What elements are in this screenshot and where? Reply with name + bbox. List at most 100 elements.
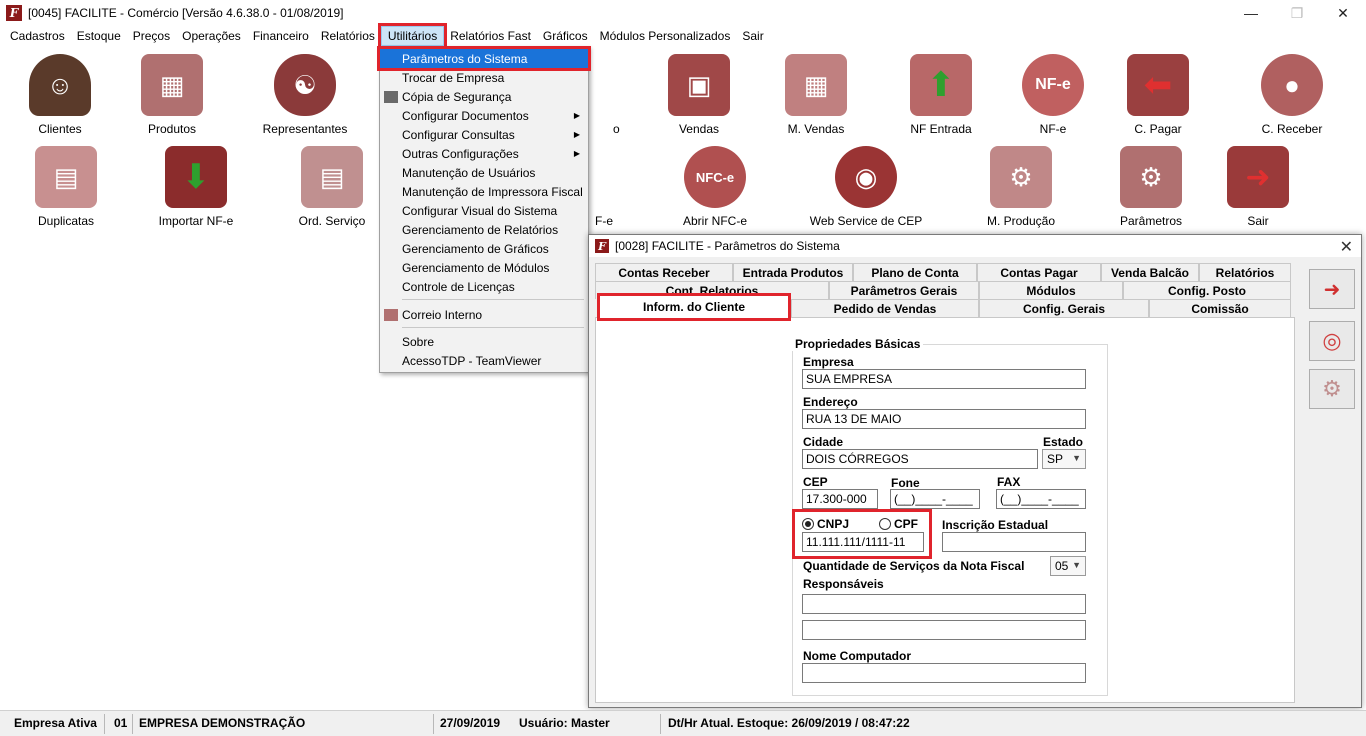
endereco-field[interactable]: RUA 13 DE MAIO [802, 409, 1086, 429]
menu-estoque[interactable]: Estoque [71, 26, 127, 46]
tile-abrir-nfce[interactable]: NFC-e Abrir NFC-e [655, 146, 775, 228]
tile-web-service-cep[interactable]: ◉ Web Service de CEP [806, 146, 926, 228]
tile-m-vendas[interactable]: ▦ M. Vendas [756, 54, 876, 136]
tab-parametros-gerais[interactable]: Parâmetros Gerais [829, 281, 979, 299]
menu-item-gerenciamento-relatorios[interactable]: Gerenciamento de Relatórios [380, 220, 588, 239]
fax-field[interactable]: (__)____-____ [996, 489, 1086, 509]
menu-item-trocar-empresa[interactable]: Trocar de Empresa [380, 68, 588, 87]
menu-relatorios[interactable]: Relatórios [315, 26, 381, 46]
tile-importar-nfe[interactable]: ⬇ Importar NF-e [136, 146, 256, 228]
tab-contas-pagar[interactable]: Contas Pagar [977, 263, 1101, 281]
tab-relatorios[interactable]: Relatórios [1199, 263, 1291, 281]
tile-nfe[interactable]: NF-e NF-e [993, 54, 1113, 136]
tile-vendas[interactable]: ▣ Vendas [639, 54, 759, 136]
status-estoque: Dt/Hr Atual. Estoque: 26/09/2019 / 08:47… [668, 716, 910, 730]
menu-item-controle-licencas[interactable]: Controle de Licenças [380, 277, 588, 296]
nfe-logo-icon: NF-e [1022, 54, 1084, 116]
menu-item-teamviewer[interactable]: AcessoTDP - TeamViewer [380, 351, 588, 370]
dialog-close-button[interactable]: ✕ [1340, 237, 1353, 257]
menu-cadastros[interactable]: Cadastros [4, 26, 71, 46]
responsavel-2-field[interactable] [802, 620, 1086, 640]
menu-item-manutencao-impressora[interactable]: Manutenção de Impressora Fiscal [380, 182, 588, 201]
tile-clientes[interactable]: ☺ Clientes [0, 54, 120, 136]
tab-modulos[interactable]: Módulos [979, 281, 1123, 299]
tile-c-receber[interactable]: ● C. Receber [1232, 54, 1352, 136]
fone-field[interactable]: (__)____-____ [890, 489, 980, 509]
menu-item-label: Configurar Visual do Sistema [402, 203, 558, 218]
import-tray-icon: ⬇ [165, 146, 227, 208]
tab-venda-balcao[interactable]: Venda Balcão [1101, 263, 1199, 281]
inscricao-estadual-field[interactable] [942, 532, 1086, 552]
submenu-arrow-icon: ▶ [573, 111, 580, 120]
tile-label: Importar NF-e [158, 214, 234, 228]
menu-item-configurar-consultas[interactable]: Configurar Consultas ▶ [380, 125, 588, 144]
cnpj-field[interactable]: 11.111.111/1111-11 [802, 532, 924, 552]
tile-nf-entrada[interactable]: ⬆ NF Entrada [881, 54, 1001, 136]
tab-comissao[interactable]: Comissão [1149, 299, 1291, 317]
tab-plano-conta[interactable]: Plano de Conta [853, 263, 977, 281]
tile-duplicatas[interactable]: ▤ Duplicatas [6, 146, 126, 228]
menu-item-label: AcessoTDP - TeamViewer [402, 353, 542, 368]
tile-ord-servico[interactable]: ▤ Ord. Serviço [272, 146, 392, 228]
exit-button[interactable]: ➜ [1309, 269, 1355, 309]
menu-item-label: Sobre [402, 334, 435, 349]
minimize-button[interactable]: — [1228, 0, 1274, 26]
menu-item-sobre[interactable]: Sobre [380, 332, 588, 351]
menu-item-manutencao-usuarios[interactable]: Manutenção de Usuários [380, 163, 588, 182]
settings-button[interactable]: ⚙ [1309, 369, 1355, 409]
cash-register-icon: ▣ [668, 54, 730, 116]
tile-c-pagar[interactable]: ⬅ C. Pagar [1098, 54, 1218, 136]
menu-item-copia-seguranca[interactable]: Cópia de Segurança [380, 87, 588, 106]
maximize-button[interactable]: ❐ [1274, 0, 1320, 26]
menu-item-configurar-visual[interactable]: Configurar Visual do Sistema [380, 201, 588, 220]
radio-cnpj[interactable]: CNPJ [802, 517, 849, 531]
responsavel-1-field[interactable] [802, 594, 1086, 614]
tile-label: C. Receber [1261, 122, 1323, 136]
tab-pedido-vendas[interactable]: Pedido de Vendas [791, 299, 979, 317]
tab-contas-receber[interactable]: Contas Receber [595, 263, 733, 281]
menu-sair[interactable]: Sair [736, 26, 769, 46]
nome-computador-field[interactable] [802, 663, 1086, 683]
parametros-dialog: F [0028] FACILITE - Parâmetros do Sistem… [588, 234, 1362, 708]
menu-item-parametros-sistema[interactable]: Parâmetros do Sistema [377, 46, 591, 71]
menu-item-configurar-documentos[interactable]: Configurar Documentos ▶ [380, 106, 588, 125]
tile-representantes[interactable]: ☯ Representantes [245, 54, 365, 136]
menu-utilitarios[interactable]: Utilitários [377, 23, 448, 49]
label-endereco: Endereço [803, 395, 858, 409]
tile-sair[interactable]: ➜ Sair [1198, 146, 1318, 228]
tile-label: M. Produção [986, 214, 1056, 228]
tile-produtos[interactable]: ▦ Produtos [112, 54, 232, 136]
menu-financeiro[interactable]: Financeiro [247, 26, 315, 46]
menu-modulos-personalizados[interactable]: Módulos Personalizados [594, 26, 737, 46]
menu-precos[interactable]: Preços [127, 26, 176, 46]
status-bar: Empresa Ativa 01 EMPRESA DEMONSTRAÇÃO 27… [0, 710, 1366, 736]
radio-cpf[interactable]: CPF [879, 517, 918, 531]
cidade-field[interactable]: DOIS CÓRREGOS [802, 449, 1038, 469]
tab-entrada-produtos[interactable]: Entrada Produtos [733, 263, 853, 281]
tile-label: Clientes [38, 122, 82, 136]
tab-config-gerais[interactable]: Config. Gerais [979, 299, 1149, 317]
document-arrow-left-icon: ⬅ [1127, 54, 1189, 116]
tile-m-producao[interactable]: ⚙ M. Produção [961, 146, 1081, 228]
tab-config-posto[interactable]: Config. Posto [1123, 281, 1291, 299]
menu-item-correio-interno[interactable]: Correio Interno [380, 305, 588, 324]
qtd-servicos-select[interactable]: 05 ▼ [1050, 556, 1086, 576]
menu-operacoes[interactable]: Operações [176, 26, 247, 46]
empresa-field[interactable]: SUA EMPRESA [802, 369, 1086, 389]
tab-inform-cliente[interactable]: Inform. do Cliente [597, 293, 791, 321]
menu-item-gerenciamento-graficos[interactable]: Gerenciamento de Gráficos [380, 239, 588, 258]
tile-parametros[interactable]: ⚙ Parâmetros [1091, 146, 1211, 228]
label-cep: CEP [803, 475, 828, 489]
help-button[interactable]: ◎ [1309, 321, 1355, 361]
close-button[interactable]: ✕ [1320, 0, 1366, 26]
globe-pin-icon: ◉ [835, 146, 897, 208]
radio-label: CPF [894, 517, 918, 531]
dialog-title: [0028] FACILITE - Parâmetros do Sistema [615, 239, 840, 253]
menu-relatorios-fast[interactable]: Relatórios Fast [444, 26, 537, 46]
menu-graficos[interactable]: Gráficos [537, 26, 594, 46]
menu-item-outras-configuracoes[interactable]: Outras Configurações ▶ [380, 144, 588, 163]
menu-item-gerenciamento-modulos[interactable]: Gerenciamento de Módulos [380, 258, 588, 277]
estado-select[interactable]: SP ▼ [1042, 449, 1086, 469]
cep-field[interactable]: 17.300-000 [802, 489, 878, 509]
status-usuario: Usuário: Master [519, 716, 610, 730]
